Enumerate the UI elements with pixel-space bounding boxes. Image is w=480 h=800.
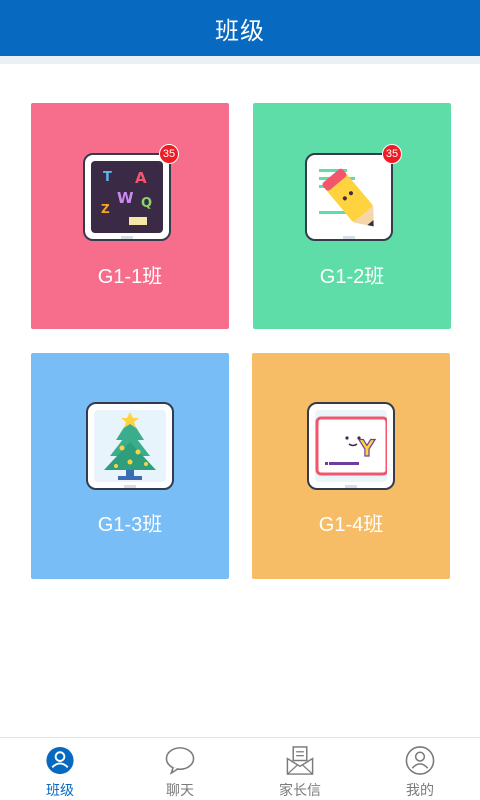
unread-badge: 35 <box>159 144 179 164</box>
tab-label: 聊天 <box>166 783 194 799</box>
christmas-tree-icon <box>86 402 174 490</box>
whiteboard-illustration: Y <box>315 410 387 482</box>
tab-label: 班级 <box>46 783 74 799</box>
tab-label: 我的 <box>406 783 434 799</box>
unread-badge: 35 <box>382 144 402 164</box>
tree-illustration <box>94 410 166 482</box>
class-card-g1-2[interactable]: 35 G1-2班 <box>253 103 451 329</box>
tab-chat[interactable]: 聊天 <box>120 738 240 800</box>
class-name: G1-1班 <box>97 266 163 288</box>
chalkboard-icon: T A W Q Z <box>83 153 171 241</box>
class-icon <box>46 746 74 775</box>
app-header: 班级 <box>0 0 480 56</box>
svg-text:W: W <box>117 189 134 207</box>
chat-bubble-icon <box>165 747 195 775</box>
class-name: G1-4班 <box>318 514 384 536</box>
header-divider <box>0 56 480 64</box>
tab-class[interactable]: 班级 <box>0 738 120 800</box>
chalkboard-illustration: T A W Q Z <box>91 161 163 233</box>
tab-parent-letter[interactable]: 家长信 <box>240 738 360 800</box>
svg-text:A: A <box>135 169 147 187</box>
class-name: G1-3班 <box>97 514 163 536</box>
class-card-g1-1[interactable]: T A W Q Z 35 G1-1班 <box>31 103 229 329</box>
svg-text:Z: Z <box>101 202 110 216</box>
letter-icon <box>286 746 314 775</box>
page-title: 班级 <box>215 16 265 45</box>
svg-text:Q: Q <box>141 196 152 211</box>
class-card-g1-3[interactable]: G1-3班 <box>31 353 229 579</box>
tab-label: 家长信 <box>279 783 321 799</box>
pencil-illustration <box>313 161 385 233</box>
class-card-g1-4[interactable]: Y G1-4班 <box>252 353 450 579</box>
svg-text:T: T <box>103 170 112 185</box>
tab-mine[interactable]: 我的 <box>360 738 480 800</box>
svg-text:Y: Y <box>358 437 376 462</box>
bottom-tab-bar: 班级 聊天 家长信 我的 <box>0 737 480 800</box>
pencil-icon <box>305 153 393 241</box>
class-name: G1-2班 <box>319 266 385 288</box>
profile-icon <box>405 746 435 775</box>
whiteboard-icon: Y <box>307 402 395 490</box>
